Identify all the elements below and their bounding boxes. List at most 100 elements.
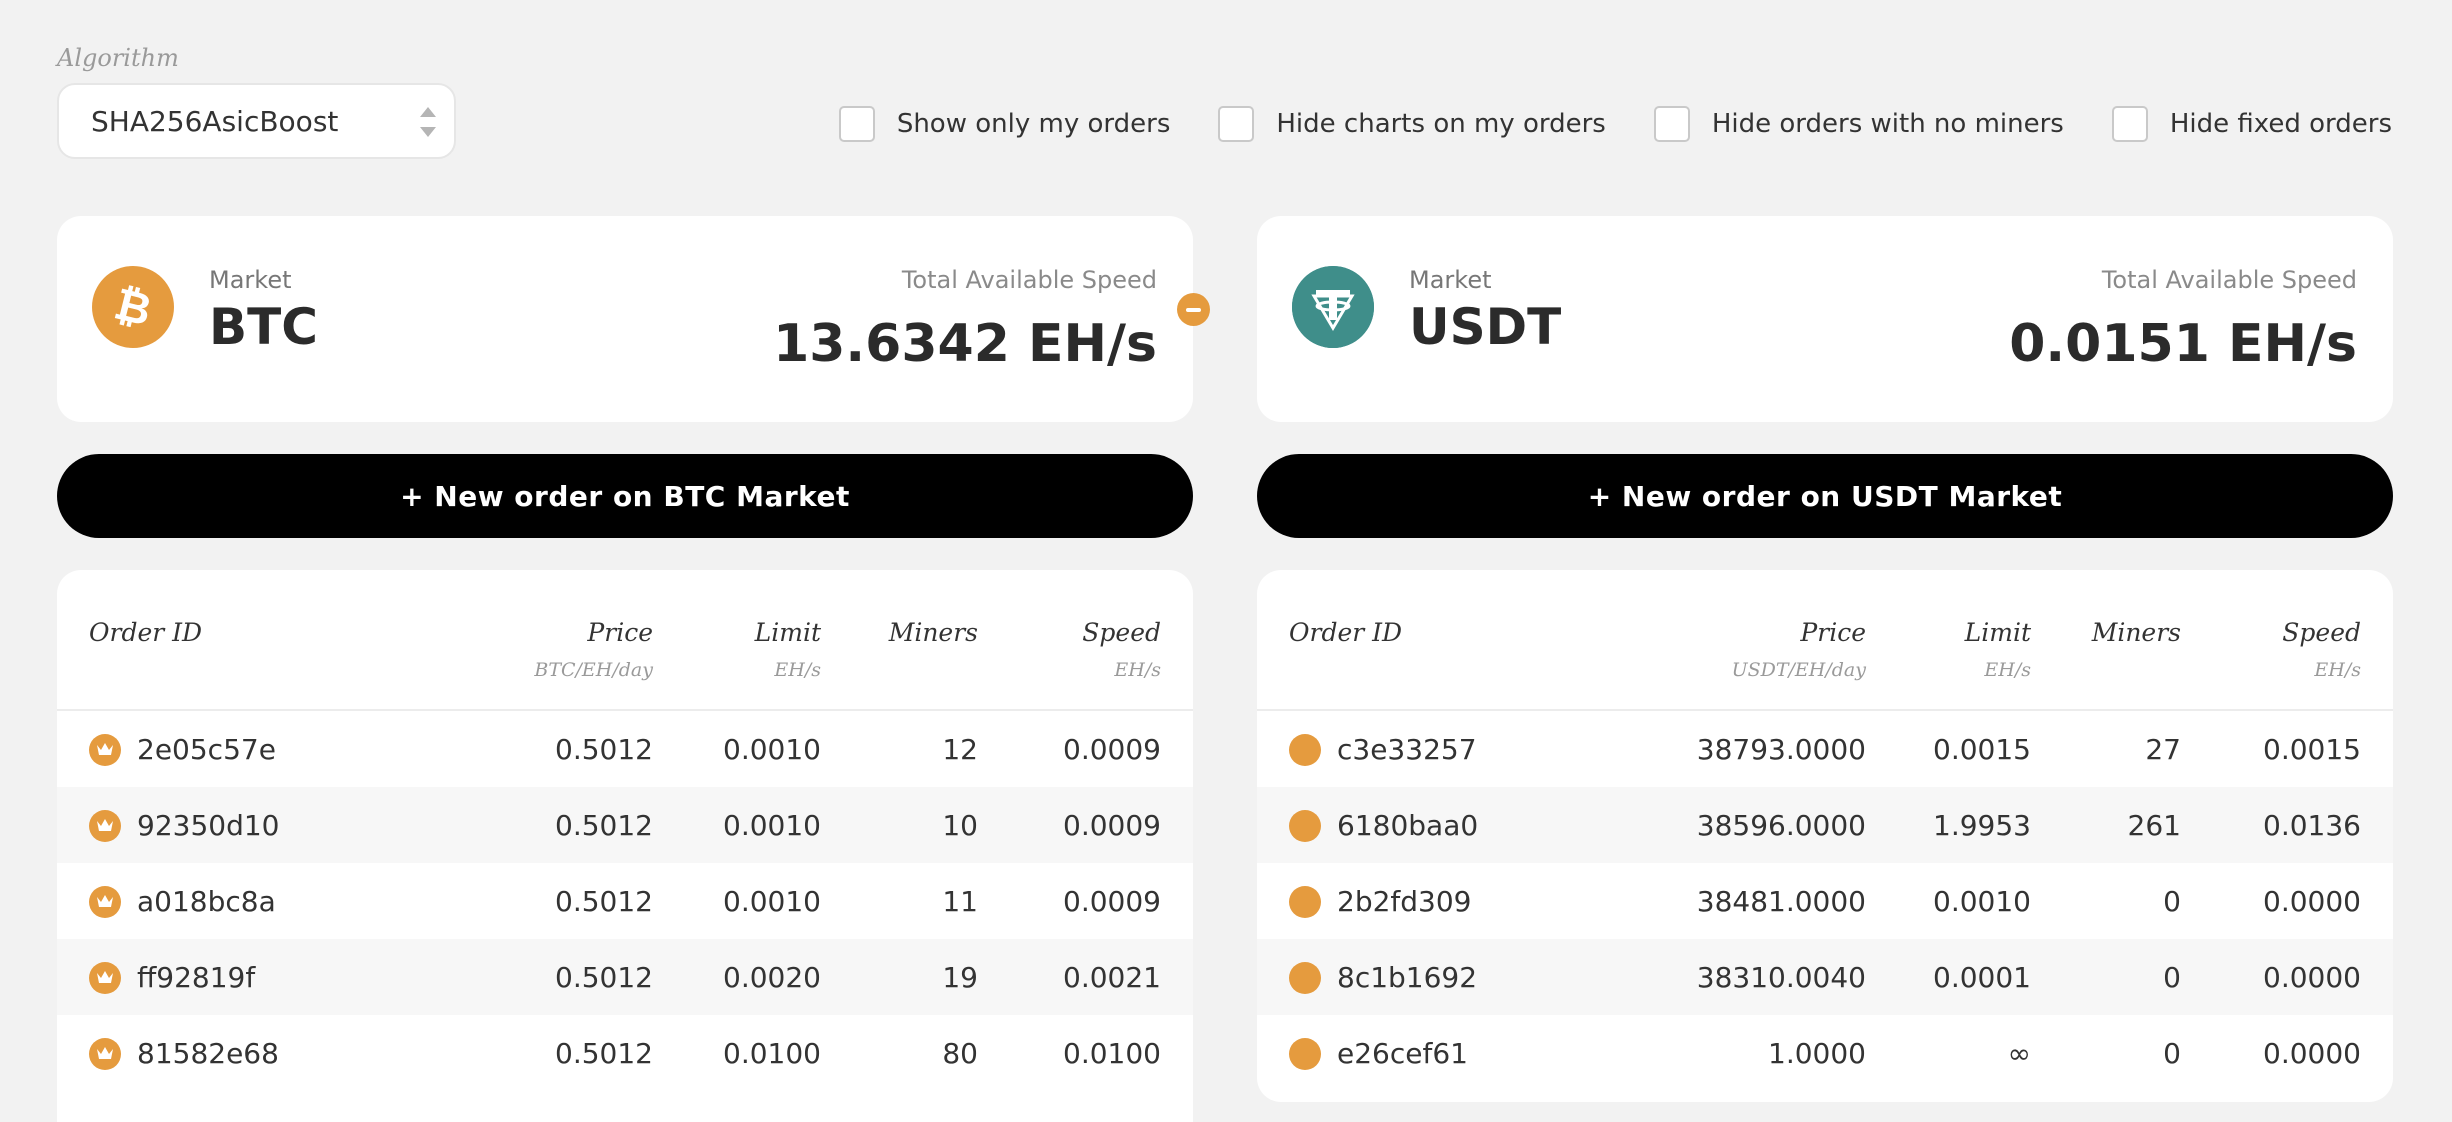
hide-fixed-checkbox[interactable] (2111, 106, 2148, 142)
order-id-cell: 2b2fd309 (1337, 885, 1472, 918)
total-speed-value: 0.0151 EH/s (2009, 314, 2357, 374)
limit-cell: ∞ (2007, 1037, 2031, 1070)
usdt-market-card: Market USDT Total Available Speed 0.0151… (1257, 216, 2393, 422)
total-speed-label: Total Available Speed (2101, 266, 2357, 294)
btc-rows: 2e05c57e 0.5012 0.0010 12 0.0009 92350d10 0.50… (57, 711, 1193, 1091)
filter-label: Hide fixed orders (2169, 109, 2392, 139)
price-unit: USDT/EH/day (1731, 659, 1866, 681)
limit-cell: 0.0001 (1933, 961, 2031, 994)
limit-cell: 0.0100 (723, 1037, 821, 1070)
filter-show-only-my-orders[interactable]: Show only my orders (838, 106, 1171, 142)
crown-icon (89, 886, 121, 918)
table-row[interactable]: 2b2fd309 38481.0000 0.0010 0 0.0000 (1257, 863, 2393, 939)
col-miners[interactable]: Miners (889, 618, 978, 647)
miners-cell: 0 (2163, 885, 2181, 918)
filter-bar: Show only my orders Hide charts on my or… (838, 106, 2392, 142)
select-arrows-icon (420, 107, 436, 137)
new-order-usdt-button[interactable]: + New order on USDT Market (1257, 454, 2393, 538)
price-cell: 38310.0040 (1696, 961, 1866, 994)
speed-cell: 0.0021 (1063, 961, 1161, 994)
order-id-cell: 8c1b1692 (1337, 961, 1478, 994)
filter-hide-no-miners[interactable]: Hide orders with no miners (1653, 106, 2064, 142)
order-id-cell: e26cef61 (1337, 1037, 1468, 1070)
market-label: Market (209, 266, 292, 294)
col-order-id[interactable]: Order ID (89, 618, 202, 647)
market-name: BTC (209, 298, 318, 356)
crown-icon (89, 1038, 121, 1070)
limit-unit: EH/s (1984, 659, 2031, 681)
col-speed[interactable]: Speed EH/s (1082, 618, 1161, 681)
status-dot-icon (1289, 734, 1321, 766)
collapse-minus-icon[interactable] (1177, 293, 1210, 326)
speed-cell: 0.0000 (2263, 1037, 2361, 1070)
col-price[interactable]: Price BTC/EH/day (534, 618, 653, 681)
filter-label: Show only my orders (896, 109, 1171, 139)
limit-cell: 0.0010 (723, 809, 821, 842)
order-id-cell: ff92819f (137, 961, 256, 994)
filter-label: Hide orders with no miners (1711, 109, 2064, 139)
table-row[interactable]: 92350d10 0.5012 0.0010 10 0.0009 (57, 787, 1193, 863)
table-row[interactable]: a018bc8a 0.5012 0.0010 11 0.0009 (57, 863, 1193, 939)
algorithm-select[interactable]: SHA256AsicBoost (57, 83, 456, 159)
order-id-cell: 81582e68 (137, 1037, 279, 1070)
btc-market-card: ₿ Market BTC Total Available Speed 13.63… (57, 216, 1193, 422)
col-limit[interactable]: Limit EH/s (1965, 618, 2031, 681)
table-row[interactable]: e26cef61 1.0000 ∞ 0 0.0000 (1257, 1015, 2393, 1091)
col-limit[interactable]: Limit EH/s (755, 618, 821, 681)
market-label: Market (1409, 266, 1492, 294)
btc-orders-table: Order ID Price BTC/EH/day Limit EH/s Miner… (57, 570, 1193, 1122)
speed-cell: 0.0009 (1063, 885, 1161, 918)
status-dot-icon (1289, 886, 1321, 918)
table-row[interactable]: 2e05c57e 0.5012 0.0010 12 0.0009 (57, 711, 1193, 787)
crown-icon (89, 810, 121, 842)
miners-cell: 0 (2163, 1037, 2181, 1070)
order-id-cell: a018bc8a (137, 885, 276, 918)
new-order-btc-button[interactable]: + New order on BTC Market (57, 454, 1193, 538)
limit-cell: 0.0010 (723, 885, 821, 918)
col-price[interactable]: Price USDT/EH/day (1732, 618, 1866, 681)
order-id-cell: c3e33257 (1337, 733, 1477, 766)
limit-cell: 0.0020 (723, 961, 821, 994)
crown-icon (89, 734, 121, 766)
limit-cell: 1.9953 (1933, 809, 2031, 842)
miners-cell: 261 (2127, 809, 2181, 842)
price-cell: 0.5012 (555, 961, 653, 994)
hide-no-miners-checkbox[interactable] (1653, 106, 1690, 142)
total-speed-label: Total Available Speed (901, 266, 1157, 294)
filter-hide-charts[interactable]: Hide charts on my orders (1218, 106, 1606, 142)
table-row[interactable]: c3e33257 38793.0000 0.0015 27 0.0015 (1257, 711, 2393, 787)
table-row[interactable]: 81582e68 0.5012 0.0100 80 0.0100 (57, 1015, 1193, 1091)
market-name: USDT (1409, 298, 1562, 356)
speed-unit: EH/s (1114, 659, 1161, 681)
usdt-rows: c3e33257 38793.0000 0.0015 27 0.0015 6180baa0… (1257, 711, 2393, 1091)
speed-cell: 0.0009 (1063, 733, 1161, 766)
show-only-my-orders-checkbox[interactable] (838, 106, 875, 142)
price-cell: 0.5012 (555, 1037, 653, 1070)
miners-cell: 12 (942, 733, 978, 766)
table-row[interactable]: 8c1b1692 38310.0040 0.0001 0 0.0000 (1257, 939, 2393, 1015)
usdt-orders-table: Order ID Price USDT/EH/day Limit EH/s Mine… (1257, 570, 2393, 1102)
price-cell: 38481.0000 (1696, 885, 1866, 918)
col-speed[interactable]: Speed EH/s (2282, 618, 2361, 681)
filter-hide-fixed[interactable]: Hide fixed orders (2111, 106, 2392, 142)
miners-cell: 19 (942, 961, 978, 994)
order-id-cell: 92350d10 (137, 809, 280, 842)
speed-cell: 0.0015 (2263, 733, 2361, 766)
table-row[interactable]: 6180baa0 38596.0000 1.9953 261 0.0136 (1257, 787, 2393, 863)
limit-unit: EH/s (774, 659, 821, 681)
speed-unit: EH/s (2314, 659, 2361, 681)
price-cell: 0.5012 (555, 733, 653, 766)
miners-cell: 11 (942, 885, 978, 918)
col-order-id[interactable]: Order ID (1289, 618, 1402, 647)
tether-icon (1292, 266, 1374, 348)
price-cell: 0.5012 (555, 809, 653, 842)
price-unit: BTC/EH/day (534, 659, 653, 681)
col-miners[interactable]: Miners (2092, 618, 2181, 647)
order-id-cell: 6180baa0 (1337, 809, 1479, 842)
table-row[interactable]: ff92819f 0.5012 0.0020 19 0.0021 (57, 939, 1193, 1015)
miners-cell: 0 (2163, 961, 2181, 994)
miners-cell: 27 (2145, 733, 2181, 766)
crown-icon (89, 962, 121, 994)
hide-charts-checkbox[interactable] (1218, 106, 1255, 142)
bitcoin-icon: ₿ (92, 266, 174, 348)
